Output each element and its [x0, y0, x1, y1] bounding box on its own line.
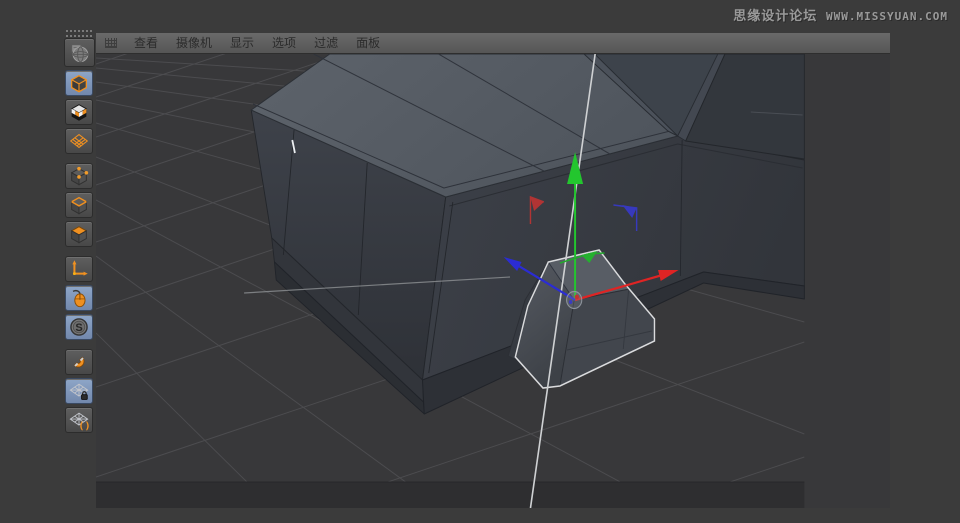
viewport-menu-grid-icon[interactable]: [105, 38, 117, 48]
viewport-menu-item-3[interactable]: 选项: [263, 33, 305, 53]
tool-make-editable-button[interactable]: [64, 38, 95, 67]
workplane-lock-icon: [68, 380, 90, 402]
tool-object-axis-mode-button[interactable]: [65, 256, 93, 282]
edges-mode-icon: [68, 194, 90, 216]
viewport-menu-item-5[interactable]: 面板: [347, 33, 389, 53]
viewport-menubar: 查看 摄像机 显示 选项 过滤 面板: [96, 33, 890, 54]
tool-texture-mode-button[interactable]: [65, 99, 93, 125]
tool-workplane-lock-button[interactable]: [65, 378, 93, 404]
viewport-menu-item-1[interactable]: 摄像机: [167, 33, 221, 53]
tool-magnet-button[interactable]: [65, 349, 93, 375]
workplane-mode-icon: [68, 409, 90, 431]
model-mode-icon: [68, 72, 90, 94]
tool-workplane-mode-button[interactable]: [65, 407, 93, 433]
tool-tweak-mode-button[interactable]: [65, 285, 93, 311]
object-axis-mode-icon: [68, 258, 90, 280]
polygons-mode-icon: [68, 223, 90, 245]
tool-points-mode-button[interactable]: [65, 163, 93, 189]
floor-far-band: [96, 482, 805, 508]
watermark-forum-name: 思缘设计论坛: [733, 9, 818, 24]
tool-texture-axis-mode-button[interactable]: [65, 128, 93, 154]
magnet-icon: [68, 351, 90, 373]
viewport-menu-item-4[interactable]: 过滤: [305, 33, 347, 53]
tool-palette: [64, 30, 96, 436]
tool-edges-mode-button[interactable]: [65, 192, 93, 218]
app-window: 思缘设计论坛 WWW.MISSYUAN.COM 查看摄像机显示选项过滤面板 透视…: [0, 0, 960, 523]
snap-mode-icon: [68, 316, 90, 338]
tool-snap-mode-button[interactable]: [65, 314, 93, 340]
gizmo-origin[interactable]: [566, 290, 583, 310]
palette-grip-handle[interactable]: [66, 30, 92, 37]
texture-mode-icon: [68, 101, 90, 123]
points-mode-icon: [68, 165, 90, 187]
viewport-canvas[interactable]: [96, 54, 890, 508]
watermark: 思缘设计论坛 WWW.MISSYUAN.COM: [733, 5, 948, 24]
viewport-menu-item-2[interactable]: 显示: [221, 33, 263, 53]
watermark-url: WWW.MISSYUAN.COM: [826, 10, 948, 23]
tool-model-mode-button[interactable]: [65, 70, 93, 96]
tweak-mode-icon: [68, 287, 90, 309]
viewport-menu-item-0[interactable]: 查看: [125, 33, 167, 53]
tool-polygons-mode-button[interactable]: [65, 221, 93, 247]
texture-axis-mode-icon: [68, 130, 90, 152]
make-editable-icon: [69, 42, 91, 64]
perspective-viewport[interactable]: 查看摄像机显示选项过滤面板 透视视图: [96, 33, 890, 508]
